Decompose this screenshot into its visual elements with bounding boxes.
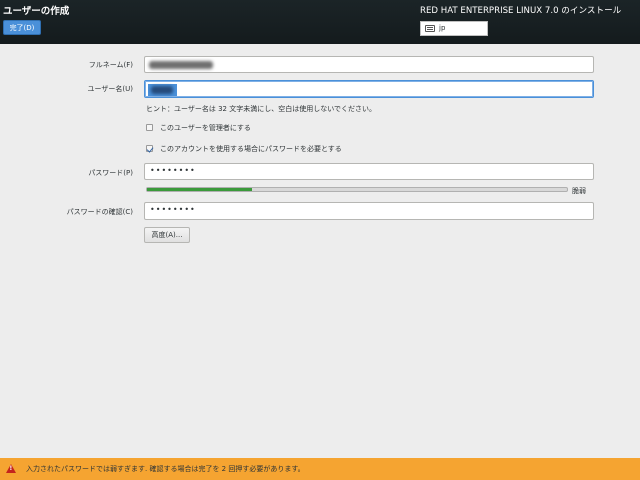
confirm-password-value: •••••••• [150,205,196,214]
admin-checkbox-label: このユーザーを管理者にする [160,124,251,132]
require-password-label: このアカウントを使用する場合にパスワードを必要とする [160,145,342,153]
advanced-button[interactable]: 高度(A)... [144,227,190,243]
product-title: RED HAT ENTERPRISE LINUX 7.0 のインストール [420,6,622,16]
fullname-value-obscured [149,61,213,69]
password-value: •••••••• [150,166,196,175]
password-strength-bar [146,187,568,192]
fullname-input[interactable] [144,56,594,73]
warning-bar[interactable]: 入力されたパスワードでは弱すぎます. 確認する場合は完了を 2 回押す必要があり… [0,458,640,480]
password-strength-fill [147,188,252,191]
fullname-label: フルネーム(F) [88,61,133,69]
password-strength-label: 脆弱 [572,187,586,195]
keyboard-icon [425,25,435,32]
page-title: ユーザーの作成 [3,6,70,17]
username-label: ユーザー名(U) [87,85,133,93]
username-selection [148,84,177,96]
password-input[interactable]: •••••••• [144,163,594,180]
top-header: ユーザーの作成 完了(D) RED HAT ENTERPRISE LINUX 7… [0,0,640,44]
username-hint: ヒント：ユーザー名は 32 文字未満にし、空白は使用しないでください。 [146,105,377,113]
confirm-password-label: パスワードの確認(C) [66,208,133,216]
username-value-obscured [151,86,173,94]
username-input[interactable] [144,80,594,98]
require-password-checkbox[interactable] [146,145,153,152]
warning-text: 入力されたパスワードでは弱すぎます. 確認する場合は完了を 2 回押す必要があり… [26,465,305,473]
confirm-password-input[interactable]: •••••••• [144,202,594,220]
admin-checkbox[interactable] [146,124,153,131]
done-button[interactable]: 完了(D) [3,20,41,35]
keyboard-layout-code: jp [439,24,446,32]
warning-icon [6,464,16,473]
keyboard-layout-indicator[interactable]: jp [420,21,488,36]
password-label: パスワード(P) [88,169,133,177]
